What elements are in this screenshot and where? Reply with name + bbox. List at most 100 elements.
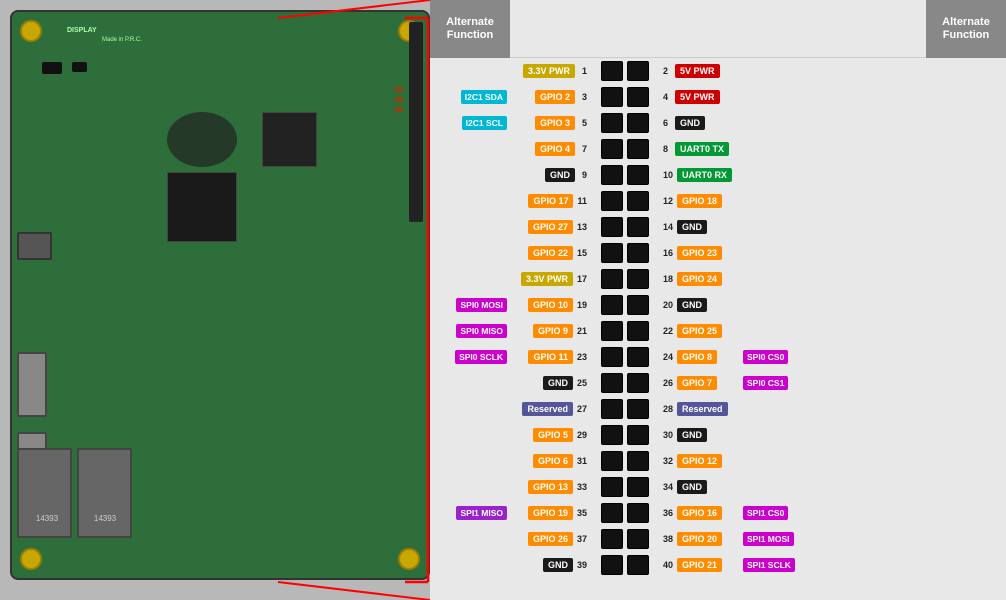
connector-pair <box>599 188 651 214</box>
connector-pair <box>599 370 651 396</box>
alt-left-cell <box>430 136 510 162</box>
pin-connector-right <box>627 477 649 497</box>
gpio-right-cell: 10UART0 RX <box>655 162 740 188</box>
alt-left-label: SPI0 SCLK <box>455 350 507 364</box>
alt-left-cell <box>430 214 510 240</box>
gpio-right-cell: 6GND <box>655 110 740 136</box>
gpio-right-cell: 26GPIO 7 <box>655 370 740 396</box>
board-section: DISPLAY 14393 14393 Made in P.R.C. <box>0 0 430 600</box>
pin-number-right: 26 <box>659 376 677 390</box>
gpio-left-cell: GPIO 47 <box>510 136 595 162</box>
gpio-right-cell: 45V PWR <box>655 84 740 110</box>
connector-pair <box>599 266 651 292</box>
connector-pair <box>599 110 651 136</box>
connector-pair <box>599 136 651 162</box>
pin-number-left: 1 <box>575 64 591 78</box>
gpio-left-cell: GND9 <box>510 162 595 188</box>
pin-number-right: 12 <box>659 194 677 208</box>
gpio-left-label: GPIO 5 <box>533 428 573 442</box>
gpio-left-label: GPIO 27 <box>528 220 573 234</box>
gpio-right-cell: 32GPIO 12 <box>655 448 740 474</box>
alt-right-cell <box>740 396 820 422</box>
gpio-right-label: GND <box>677 428 707 442</box>
pin-number-right: 32 <box>659 454 677 468</box>
pin-connector-left <box>601 61 623 81</box>
gpio-right-label: GPIO 18 <box>677 194 722 208</box>
pin-number-right: 36 <box>659 506 677 520</box>
pin-connector-left <box>601 555 623 575</box>
gpio-right-label: GND <box>677 298 707 312</box>
gpio-left-label: GPIO 22 <box>528 246 573 260</box>
gpio-left-label: GPIO 6 <box>533 454 573 468</box>
gpio-right-label: GND <box>677 220 707 234</box>
pin-number-left: 11 <box>573 194 591 208</box>
alt-left-cell <box>430 370 510 396</box>
alt-right-cell: SPI0 CS1 <box>740 370 820 396</box>
gpio-left-label: GPIO 17 <box>528 194 573 208</box>
alt-right-cell <box>740 188 820 214</box>
gpio-header: AlternateFunction AlternateFunction <box>430 0 1006 58</box>
gpio-left-label: GPIO 13 <box>528 480 573 494</box>
connector-pair <box>599 240 651 266</box>
alt-right-cell: SPI1 CS0 <box>740 500 820 526</box>
pin-connector-left <box>601 243 623 263</box>
pin-connector-right <box>627 87 649 107</box>
gpio-left-label: 3.3V PWR <box>521 272 573 286</box>
pin-connector-right <box>627 529 649 549</box>
pin-number-left: 37 <box>573 532 591 546</box>
alt-right-cell <box>740 214 820 240</box>
pin-number-right: 30 <box>659 428 677 442</box>
alt-left-cell: SPI0 MISO <box>430 318 510 344</box>
gpio-right-cell: 40GPIO 21 <box>655 552 740 578</box>
gpio-left-cell: GPIO 529 <box>510 422 595 448</box>
alt-right-cell: SPI1 MOSI <box>740 526 820 552</box>
pin-connector-left <box>601 425 623 445</box>
alt-left-cell <box>430 162 510 188</box>
gpio-left-label: GND <box>543 558 573 572</box>
gpio-right-cell: 18GPIO 24 <box>655 266 740 292</box>
gpio-left-cell: 3.3V PWR1 <box>510 58 595 84</box>
gpio-left-label: Reserved <box>522 402 573 416</box>
pin-number-left: 17 <box>573 272 591 286</box>
alt-right-cell <box>740 292 820 318</box>
connector-pair <box>599 58 651 84</box>
connector-pair <box>599 500 651 526</box>
pin-connector-left <box>601 113 623 133</box>
pin-connector-right <box>627 321 649 341</box>
gpio-right-cell: 38GPIO 20 <box>655 526 740 552</box>
gpio-right-cell: 20GND <box>655 292 740 318</box>
pin-number-left: 21 <box>573 324 591 338</box>
gpio-right-cell: 14GND <box>655 214 740 240</box>
pin-number-right: 8 <box>659 142 675 156</box>
alt-left-cell <box>430 396 510 422</box>
alt-left-cell <box>430 240 510 266</box>
gpio-right-label: GPIO 20 <box>677 532 722 546</box>
alt-right-cell: SPI0 CS0 <box>740 344 820 370</box>
pin-number-left: 19 <box>573 298 591 312</box>
pin-number-left: 13 <box>573 220 591 234</box>
gpio-left-label: GPIO 2 <box>535 90 575 104</box>
pcb-board: DISPLAY 14393 14393 Made in P.R.C. <box>10 10 430 580</box>
gpio-right-label: GND <box>675 116 705 130</box>
gpio-left-cell: 3.3V PWR17 <box>510 266 595 292</box>
pin-number-right: 28 <box>659 402 677 416</box>
pin-number-right: 14 <box>659 220 677 234</box>
alt-right-label: SPI1 MOSI <box>743 532 794 546</box>
pin-number-left: 5 <box>575 116 591 130</box>
pin-number-left: 25 <box>573 376 591 390</box>
pin-connector-right <box>627 451 649 471</box>
gpio-left-label: GND <box>545 168 575 182</box>
gpio-right-cell: 22GPIO 25 <box>655 318 740 344</box>
alt-left-cell: SPI0 MOSI <box>430 292 510 318</box>
connector-pair <box>599 292 651 318</box>
pin-connector-right <box>627 347 649 367</box>
gpio-right-label: GPIO 16 <box>677 506 722 520</box>
alt-right-cell <box>740 136 820 162</box>
pin-number-right: 10 <box>659 168 677 182</box>
alt-left-cell <box>430 188 510 214</box>
pin-connector-right <box>627 373 649 393</box>
gpio-right-cell: 28Reserved <box>655 396 740 422</box>
pin-number-left: 39 <box>573 558 591 572</box>
gpio-left-label: GPIO 19 <box>528 506 573 520</box>
pin-number-left: 33 <box>573 480 591 494</box>
